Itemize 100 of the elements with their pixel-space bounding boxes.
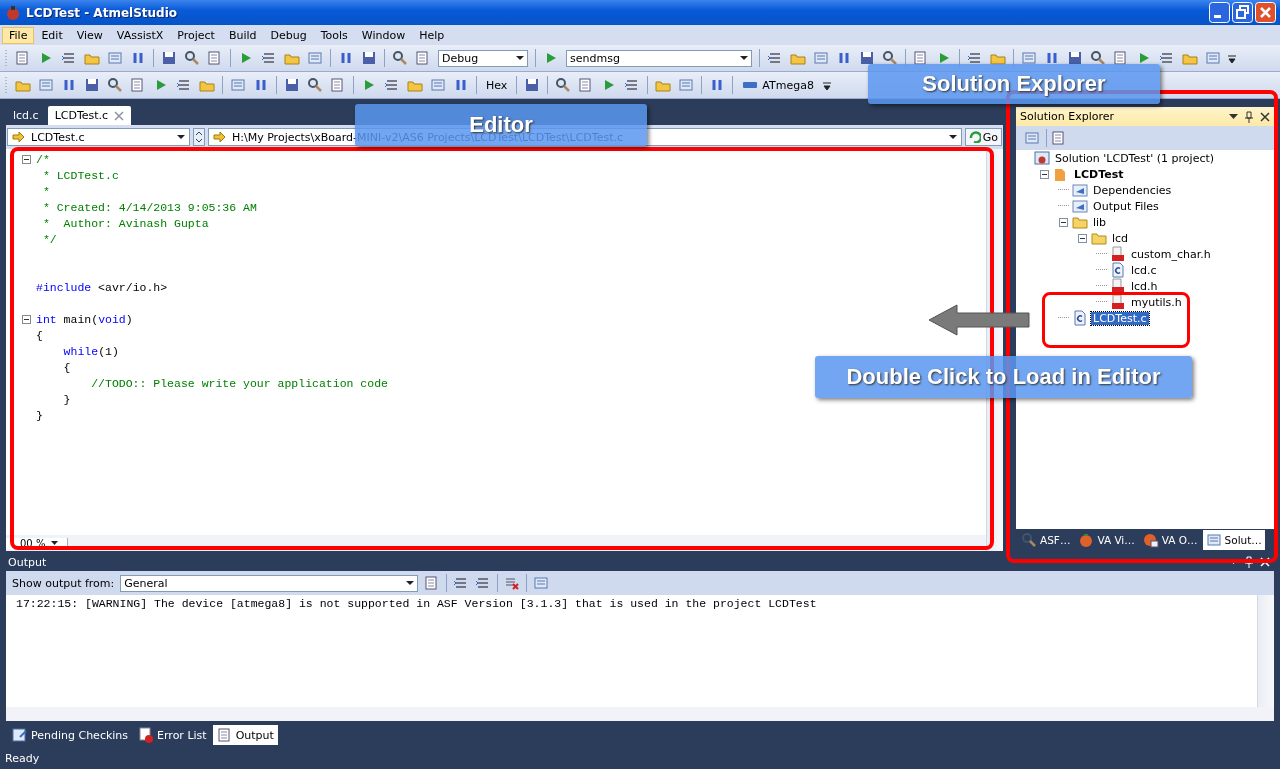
tree-item[interactable]: Output Files xyxy=(1091,199,1161,213)
tree-item[interactable]: lib xyxy=(1091,215,1109,229)
menu-item[interactable]: Debug xyxy=(263,26,314,44)
document-icon[interactable] xyxy=(15,50,31,66)
search-icon[interactable] xyxy=(307,77,323,93)
search-icon[interactable] xyxy=(392,50,408,66)
tree-item[interactable]: Solution 'LCDTest' (1 project) xyxy=(1053,151,1217,165)
search-icon[interactable] xyxy=(1090,50,1106,66)
document-icon[interactable] xyxy=(130,77,146,93)
search-icon[interactable] xyxy=(555,77,572,93)
tomato-icon xyxy=(1078,532,1095,548)
toolbar-button[interactable]: Hex xyxy=(484,78,510,92)
menu-item[interactable]: Tools xyxy=(313,26,355,44)
code-line: { xyxy=(62,360,71,374)
collapse-icon[interactable] xyxy=(22,314,31,324)
collapse-icon[interactable] xyxy=(1078,233,1087,243)
menu-item[interactable]: Build xyxy=(221,26,264,44)
file-tab[interactable]: lcd.c xyxy=(6,106,46,125)
menu-item[interactable]: Edit xyxy=(34,26,70,44)
code-line: int main(void) xyxy=(36,312,133,326)
window-icon[interactable] xyxy=(533,575,550,591)
collapse-icon[interactable] xyxy=(22,154,31,164)
document-icon[interactable] xyxy=(207,50,223,66)
panel-tab[interactable]: Solut… xyxy=(1202,530,1265,550)
restore-icon[interactable] xyxy=(1232,2,1253,23)
menu-item[interactable]: Project xyxy=(170,26,222,44)
tree-item[interactable]: custom_char.h xyxy=(1129,247,1213,261)
tree-item[interactable]: lcd xyxy=(1110,231,1131,245)
panel-tab[interactable]: Output xyxy=(212,725,278,745)
grip-icon[interactable] xyxy=(4,48,8,68)
grip-icon[interactable] xyxy=(4,75,8,95)
caret-icon[interactable] xyxy=(1229,113,1238,120)
code-line: */ xyxy=(41,232,57,246)
collapse-icon[interactable] xyxy=(1040,169,1049,179)
search-icon[interactable] xyxy=(107,77,123,93)
close-icon[interactable] xyxy=(1260,111,1270,122)
window-icon[interactable] xyxy=(1205,50,1221,66)
search-icon[interactable] xyxy=(882,50,898,66)
code-line: //TODO:: Please write your application code xyxy=(90,376,388,390)
header-file-icon xyxy=(1110,278,1126,294)
menu-item[interactable]: Help xyxy=(412,26,452,44)
code-line: * LCDTest.c xyxy=(41,168,119,182)
panel-tab[interactable]: ASF… xyxy=(1018,530,1074,550)
menu-item[interactable]: Window xyxy=(354,26,413,44)
list-icon[interactable] xyxy=(1159,50,1175,66)
code-line: while(1) xyxy=(62,344,119,358)
dropdown[interactable]: LCDTest.c xyxy=(7,128,190,146)
tree-item[interactable]: Dependencies xyxy=(1091,183,1174,197)
list-icon[interactable] xyxy=(384,77,400,93)
minimize-icon[interactable] xyxy=(1209,2,1230,23)
panel-title: Output xyxy=(8,555,47,569)
list-icon[interactable] xyxy=(61,50,77,66)
document-icon[interactable] xyxy=(330,77,346,93)
list-icon[interactable] xyxy=(176,77,192,93)
window-icon[interactable] xyxy=(678,77,695,93)
menu-item[interactable]: View xyxy=(69,26,110,44)
panel-tab[interactable]: Pending Checkins xyxy=(8,725,133,745)
caret-icon xyxy=(516,55,524,61)
file-tab[interactable]: LCDTest.c xyxy=(47,106,132,125)
overflow-icon[interactable] xyxy=(1228,52,1236,64)
go-button[interactable]: Go xyxy=(964,128,1002,146)
clear-icon[interactable] xyxy=(504,575,521,591)
pin-icon[interactable] xyxy=(1244,110,1254,123)
menu-item[interactable]: File xyxy=(2,26,35,44)
document-icon[interactable] xyxy=(415,50,431,66)
error-list-icon xyxy=(138,727,155,743)
window-icon[interactable] xyxy=(430,77,446,93)
vertical-scrollbar[interactable] xyxy=(1257,595,1274,707)
overflow-icon[interactable] xyxy=(822,79,831,91)
window-icon[interactable] xyxy=(230,77,246,93)
spin-icon[interactable] xyxy=(193,128,205,146)
panel-tab[interactable]: VA O… xyxy=(1139,530,1201,550)
collapse-icon[interactable] xyxy=(1059,217,1068,227)
window-icon[interactable] xyxy=(1024,130,1042,146)
dropdown[interactable]: sendmsg xyxy=(566,49,752,67)
panel-tab[interactable]: VA Vi… xyxy=(1075,530,1138,550)
window-icon[interactable] xyxy=(813,50,829,66)
list-icon[interactable] xyxy=(967,50,983,66)
tree-item[interactable]: LCDTest xyxy=(1072,167,1126,181)
device-button[interactable]: ATmega8 xyxy=(740,78,816,92)
tree-item[interactable]: lcd.h xyxy=(1129,279,1160,293)
window-icon[interactable] xyxy=(307,50,323,66)
tree-item[interactable]: lcd.c xyxy=(1129,263,1159,277)
code-line: * Author: Avinash Gupta xyxy=(41,216,209,230)
code-line: } xyxy=(62,392,71,406)
window-icon[interactable] xyxy=(1021,50,1037,66)
horizontal-scrollbar[interactable] xyxy=(6,707,1274,721)
menu-item[interactable]: VAssistX xyxy=(109,26,171,44)
window-icon[interactable] xyxy=(107,50,123,66)
panel-tab[interactable]: Error List xyxy=(134,725,211,745)
tree-item[interactable]: LCDTest.c xyxy=(1091,311,1149,325)
search-icon[interactable] xyxy=(184,50,200,66)
document-icon[interactable] xyxy=(1113,50,1129,66)
window-icon[interactable] xyxy=(38,77,54,93)
dropdown[interactable]: General xyxy=(120,574,419,592)
dropdown[interactable]: Debug xyxy=(438,49,528,67)
tree-item[interactable]: myutils.h xyxy=(1129,295,1184,309)
document-icon[interactable] xyxy=(913,50,929,66)
list-icon[interactable] xyxy=(767,50,783,66)
list-icon[interactable] xyxy=(261,50,277,66)
